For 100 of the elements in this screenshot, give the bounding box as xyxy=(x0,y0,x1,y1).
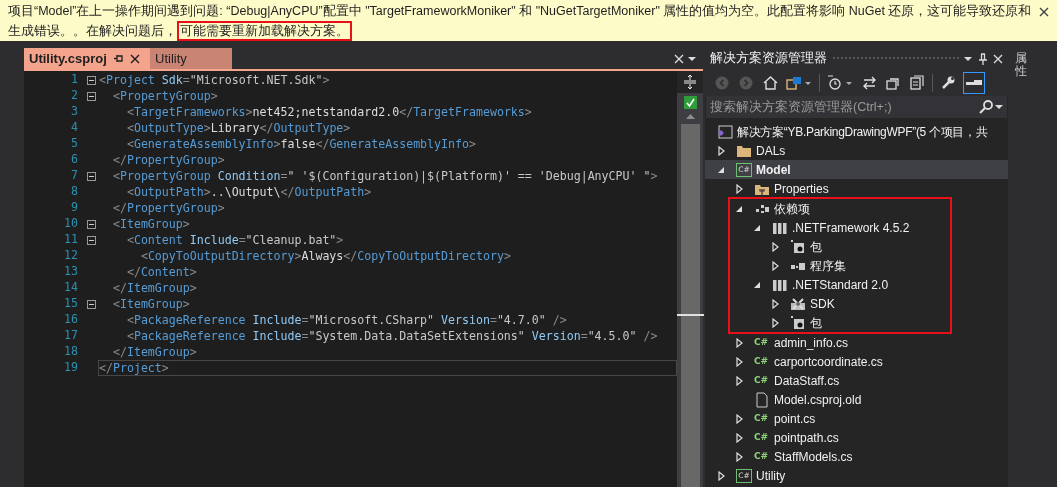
tree-item[interactable]: C# carportcoordinate.cs xyxy=(705,352,1008,371)
collapsed-arrow-icon[interactable] xyxy=(734,183,744,194)
code-line: </ItemGroup> xyxy=(111,344,198,360)
file-icon xyxy=(754,391,770,408)
tree-item[interactable]: SDK xyxy=(730,294,950,313)
collapsed-arrow-icon[interactable] xyxy=(734,337,744,348)
code-line: <OutputType>Library</OutputType> xyxy=(125,120,352,136)
code-line: <PropertyGroup Condition=" '$(Configuration)|$(Platform)' == 'Debug|AnyCPU' "> xyxy=(111,168,659,184)
search-icon xyxy=(979,100,993,114)
collapsed-arrow-icon[interactable] xyxy=(734,451,744,462)
properties-side-tab[interactable]: 属性 xyxy=(1015,52,1027,79)
dropdown-icon xyxy=(688,55,697,62)
preview-icon xyxy=(966,79,982,86)
close-icon xyxy=(674,53,684,64)
collapsed-arrow-icon[interactable] xyxy=(734,432,744,443)
tree-item[interactable]: 依赖项 xyxy=(730,199,950,218)
close-icon[interactable] xyxy=(1038,6,1050,18)
line-number: 2 xyxy=(70,87,78,105)
line-number: 4 xyxy=(70,119,78,137)
editor-tab[interactable]: Utility xyxy=(150,48,232,69)
tree-item[interactable]: 程序集 xyxy=(730,256,950,275)
collapse-icon[interactable] xyxy=(86,171,96,181)
tree-item[interactable]: Properties xyxy=(705,179,1008,198)
collapsed-arrow-icon[interactable] xyxy=(716,145,726,156)
line-number: 19 xyxy=(63,359,78,377)
search-field[interactable]: 搜索解决方案资源管理器(Ctrl+;) xyxy=(706,96,1007,118)
line-number: 14 xyxy=(63,279,78,297)
pending-changes-button[interactable] xyxy=(826,72,854,93)
code-line: <Project Sdk="Microsoft.NET.Sdk"> xyxy=(98,72,331,88)
collapsed-arrow-icon[interactable] xyxy=(734,375,744,386)
tree-item[interactable]: C# StaffModels.cs xyxy=(705,447,1008,466)
collapsed-arrow-icon[interactable] xyxy=(770,298,780,309)
collapsed-arrow-icon[interactable] xyxy=(770,317,780,328)
back-icon xyxy=(715,75,729,90)
line-number: 12 xyxy=(63,247,78,265)
properties-icon xyxy=(940,75,956,90)
csharp-file-icon: C# xyxy=(754,354,770,369)
tree-item[interactable]: 包 xyxy=(730,237,950,256)
panel-title: 解决方案资源管理器 xyxy=(710,50,827,68)
collapse-icon[interactable] xyxy=(86,235,96,245)
tree-item[interactable]: .NETStandard 2.0 xyxy=(730,275,950,294)
scroll-up-icon xyxy=(685,114,695,119)
tree-item[interactable]: C# DataStaff.cs xyxy=(705,371,1008,390)
split-icon xyxy=(683,75,697,89)
line-number: 6 xyxy=(70,151,78,169)
code-line: <ItemGroup> xyxy=(111,296,191,312)
package-icon xyxy=(790,238,806,255)
tree-item[interactable]: 解决方案“YB.ParkingDrawingWPF”(5 个项目，共 xyxy=(705,122,1008,141)
line-number: 1 xyxy=(70,71,78,89)
tree-item[interactable]: 包 xyxy=(730,313,950,332)
tree-item[interactable]: C# pointpath.cs xyxy=(705,428,1008,447)
pending-changes-icon xyxy=(827,75,853,90)
csharp-file-icon: C# xyxy=(754,449,770,464)
check-icon xyxy=(683,96,697,109)
code-line: <CopyToOutputDirectory>Always</CopyToOutputDirectory> xyxy=(139,248,512,264)
tree-item[interactable]: .NETFramework 4.5.2 xyxy=(730,218,950,237)
tree-item[interactable]: C# point.cs xyxy=(705,409,1008,428)
line-number: 17 xyxy=(63,327,78,345)
line-number: 16 xyxy=(63,311,78,329)
switch-views-icon xyxy=(861,75,877,90)
line-number: 13 xyxy=(63,263,78,281)
dropdown-icon xyxy=(995,104,1003,110)
line-number: 5 xyxy=(70,135,78,153)
collapsed-arrow-icon[interactable] xyxy=(716,470,726,481)
csharp-file-icon: C# xyxy=(754,373,770,388)
code-line: </ItemGroup> xyxy=(111,280,198,296)
collapse-icon[interactable] xyxy=(86,91,96,101)
editor-tab[interactable]: Utility.csproj xyxy=(24,48,150,69)
code-line: <PackageReference Include="Microsoft.CSharp" Version="4.7.0" /> xyxy=(125,312,568,328)
info-message: 生成错误。。在解决问题后， xyxy=(8,23,177,40)
line-number: 18 xyxy=(63,343,78,361)
show-files-button[interactable] xyxy=(908,72,926,93)
code-line: <Content Include="Cleanup.bat"> xyxy=(125,232,345,248)
line-number: 9 xyxy=(70,199,78,217)
collapsed-arrow-icon[interactable] xyxy=(770,241,780,252)
collapsed-arrow-icon[interactable] xyxy=(770,260,780,271)
pin-icon xyxy=(978,52,988,65)
solution-icon xyxy=(717,123,733,140)
collapse-icon[interactable] xyxy=(86,299,96,309)
line-number: 11 xyxy=(63,231,78,249)
tree-item[interactable]: C# admin_info.cs xyxy=(705,333,1008,352)
collapse-icon[interactable] xyxy=(86,75,96,85)
home-icon xyxy=(762,75,778,90)
csharp-file-icon: C# xyxy=(754,411,770,426)
code-line: </PropertyGroup> xyxy=(111,152,226,168)
preview-button[interactable] xyxy=(963,71,985,94)
forward-icon xyxy=(739,75,753,90)
info-message: 项目“Model”在上一操作期间遇到问题: “Debug|AnyCPU”配置中 "TargetFrameworkMoniker" 和 "NuGetTargetMoniker" 属性的值均为空。此配置将影响 NuGet 还原，这可能导致还原和 xyxy=(8,3,1032,20)
code-line: <PackageReference Include="System.Data.DataSetExtensions" Version="4.5.0" /> xyxy=(125,328,659,344)
collapsed-arrow-icon[interactable] xyxy=(734,356,744,367)
code-line: </Project> xyxy=(98,360,677,376)
tree-item[interactable]: DALs xyxy=(705,141,1008,160)
split-button[interactable] xyxy=(677,71,703,93)
collapsed-arrow-icon[interactable] xyxy=(734,413,744,424)
package-icon xyxy=(790,314,806,331)
line-number: 8 xyxy=(70,183,78,201)
line-number: 7 xyxy=(70,167,78,185)
collapse-icon[interactable] xyxy=(86,219,96,229)
show-files-icon xyxy=(910,75,924,90)
tree-item[interactable]: Model.csproj.old xyxy=(705,390,1008,409)
